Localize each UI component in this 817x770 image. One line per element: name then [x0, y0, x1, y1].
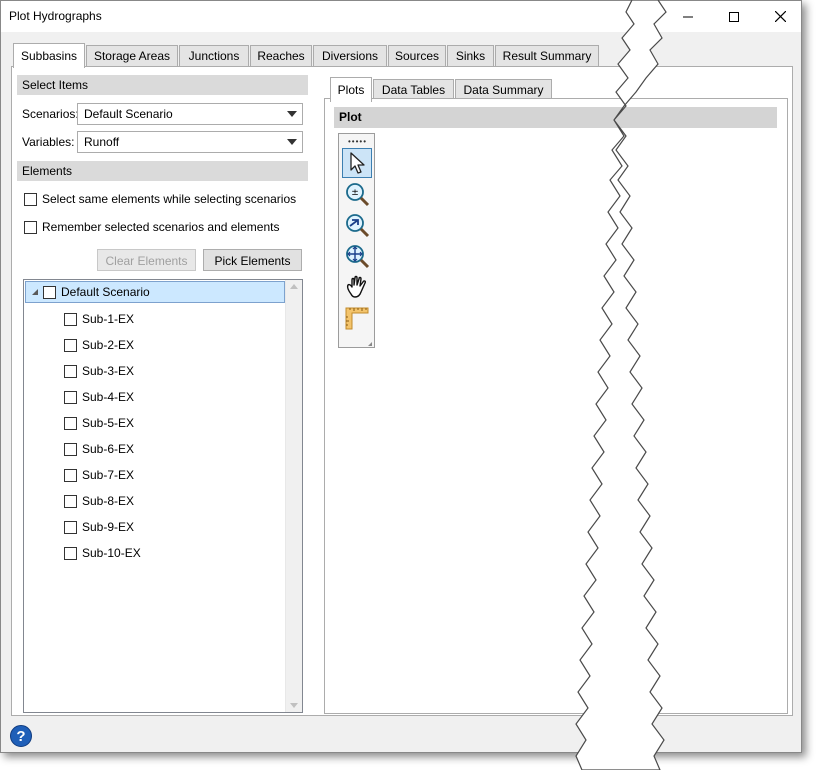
zoom-previous-tool-button[interactable]	[342, 210, 372, 240]
remember-selection-option[interactable]: Remember selected scenarios and elements	[24, 220, 279, 234]
tree-item-label: Sub-8-EX	[82, 494, 135, 508]
tree-item-label: Sub-4-EX	[82, 390, 135, 404]
plot-pane: Plots Data Tables Data Summary Plot ••••…	[324, 75, 788, 714]
elements-header: Elements	[17, 161, 308, 181]
expand-arrow-icon[interactable]	[32, 289, 38, 295]
tree-item-checkbox[interactable]	[64, 390, 77, 404]
remember-selection-checkbox[interactable]	[24, 220, 37, 234]
remember-selection-label: Remember selected scenarios and elements	[42, 220, 280, 234]
tree-item-checkbox[interactable]	[64, 494, 77, 508]
tree-item-checkbox[interactable]	[64, 468, 77, 482]
plots-panel: Plot ••••• ±	[324, 98, 788, 714]
scenarios-value: Default Scenario	[84, 107, 173, 121]
select-same-elements-checkbox[interactable]	[24, 192, 37, 206]
measure-ruler-icon	[345, 307, 369, 330]
pointer-icon	[350, 152, 365, 174]
toolbar-resize-icon	[368, 342, 372, 346]
chevron-down-icon	[287, 139, 297, 145]
subbasins-panel: Select Items Scenarios: Default Scenario…	[11, 66, 793, 716]
select-same-elements-option[interactable]: Select same elements while selecting sce…	[24, 192, 296, 206]
tab-junctions[interactable]: Junctions	[179, 45, 249, 67]
tree-item-checkbox[interactable]	[64, 338, 77, 352]
zoom-extents-tool-button[interactable]	[342, 241, 372, 271]
measure-tool-button[interactable]	[342, 303, 372, 333]
tab-reaches[interactable]: Reaches	[250, 45, 312, 67]
chevron-down-icon	[287, 111, 297, 117]
tab-diversions[interactable]: Diversions	[313, 45, 387, 67]
pointer-tool-button[interactable]	[342, 148, 372, 178]
maximize-button[interactable]	[711, 1, 757, 32]
pick-elements-button[interactable]: Pick Elements	[203, 249, 302, 271]
plot-header: Plot	[334, 107, 777, 128]
scenarios-dropdown[interactable]: Default Scenario	[77, 103, 303, 125]
minimize-icon	[683, 16, 693, 17]
tree-item[interactable]: Sub-4-EX	[64, 390, 134, 404]
variables-value: Runoff	[84, 135, 120, 149]
tree-root-checkbox[interactable]	[43, 285, 56, 299]
tab-storage-areas[interactable]: Storage Areas	[86, 45, 178, 67]
variables-label: Variables:	[22, 135, 75, 149]
tree-item-label: Sub-10-EX	[82, 546, 141, 560]
close-icon	[774, 11, 786, 22]
zoom-in-out-tool-button[interactable]: ±	[342, 179, 372, 209]
title-bar: Plot Hydrographs	[1, 1, 801, 32]
tree-scrollbar[interactable]	[285, 280, 302, 712]
tab-sources[interactable]: Sources	[388, 45, 446, 67]
select-items-header: Select Items	[17, 75, 308, 95]
tree-item-checkbox[interactable]	[64, 442, 77, 456]
tree-item[interactable]: Sub-1-EX	[64, 312, 134, 326]
plot-toolbar: ••••• ±	[338, 133, 375, 348]
clear-elements-button[interactable]: Clear Elements	[97, 249, 196, 271]
zoom-in-out-icon: ±	[346, 183, 370, 207]
tree-item-checkbox[interactable]	[64, 520, 77, 534]
pan-hand-icon	[346, 275, 366, 298]
tree-item[interactable]: Sub-7-EX	[64, 468, 134, 482]
select-same-elements-label: Select same elements while selecting sce…	[42, 192, 297, 206]
elements-tree: Default Scenario Sub-1-EX Sub-2-EX Sub-3…	[23, 279, 303, 713]
tree-item[interactable]: Sub-10-EX	[64, 546, 141, 560]
tree-item-label: Sub-7-EX	[82, 468, 135, 482]
tab-sinks[interactable]: Sinks	[447, 45, 494, 67]
tree-item-label: Sub-5-EX	[82, 416, 135, 430]
tree-item[interactable]: Sub-9-EX	[64, 520, 134, 534]
svg-text:±: ±	[351, 188, 359, 198]
tab-result-summary[interactable]: Result Summary	[495, 45, 599, 67]
variables-dropdown[interactable]: Runoff	[77, 131, 303, 153]
plot-hydrographs-window: Plot Hydrographs Subbasins Storage Areas…	[0, 0, 802, 753]
tab-plots[interactable]: Plots	[330, 77, 372, 102]
help-icon[interactable]: ?	[10, 725, 32, 747]
tree-item[interactable]: Sub-2-EX	[64, 338, 134, 352]
close-button[interactable]	[757, 1, 803, 32]
tree-item-checkbox[interactable]	[64, 416, 77, 430]
tree-item-label: Sub-2-EX	[82, 338, 135, 352]
pan-tool-button[interactable]	[342, 272, 372, 302]
tree-root-label: Default Scenario	[61, 285, 150, 299]
tree-item[interactable]: Sub-6-EX	[64, 442, 134, 456]
tree-item-checkbox[interactable]	[64, 364, 77, 378]
tree-item[interactable]: Sub-8-EX	[64, 494, 134, 508]
tree-item-label: Sub-3-EX	[82, 364, 135, 378]
maximize-icon	[729, 11, 739, 22]
zoom-previous-icon	[346, 214, 370, 238]
scroll-down-icon[interactable]	[290, 703, 298, 708]
window-title: Plot Hydrographs	[9, 9, 102, 23]
tree-item-label: Sub-1-EX	[82, 312, 135, 326]
tree-root-default-scenario[interactable]: Default Scenario	[25, 281, 285, 303]
tree-item[interactable]: Sub-5-EX	[64, 416, 134, 430]
tree-item-label: Sub-9-EX	[82, 520, 135, 534]
tree-item-label: Sub-6-EX	[82, 442, 135, 456]
tab-subbasins[interactable]: Subbasins	[13, 43, 85, 68]
toolbar-grip-icon[interactable]: •••••	[348, 137, 367, 146]
zoom-extents-icon	[346, 245, 370, 269]
minimize-button[interactable]	[665, 1, 711, 32]
tree-item-checkbox[interactable]	[64, 312, 77, 326]
scroll-up-icon[interactable]	[290, 284, 298, 289]
tree-item[interactable]: Sub-3-EX	[64, 364, 134, 378]
tree-item-checkbox[interactable]	[64, 546, 77, 560]
scenarios-label: Scenarios:	[22, 107, 79, 121]
